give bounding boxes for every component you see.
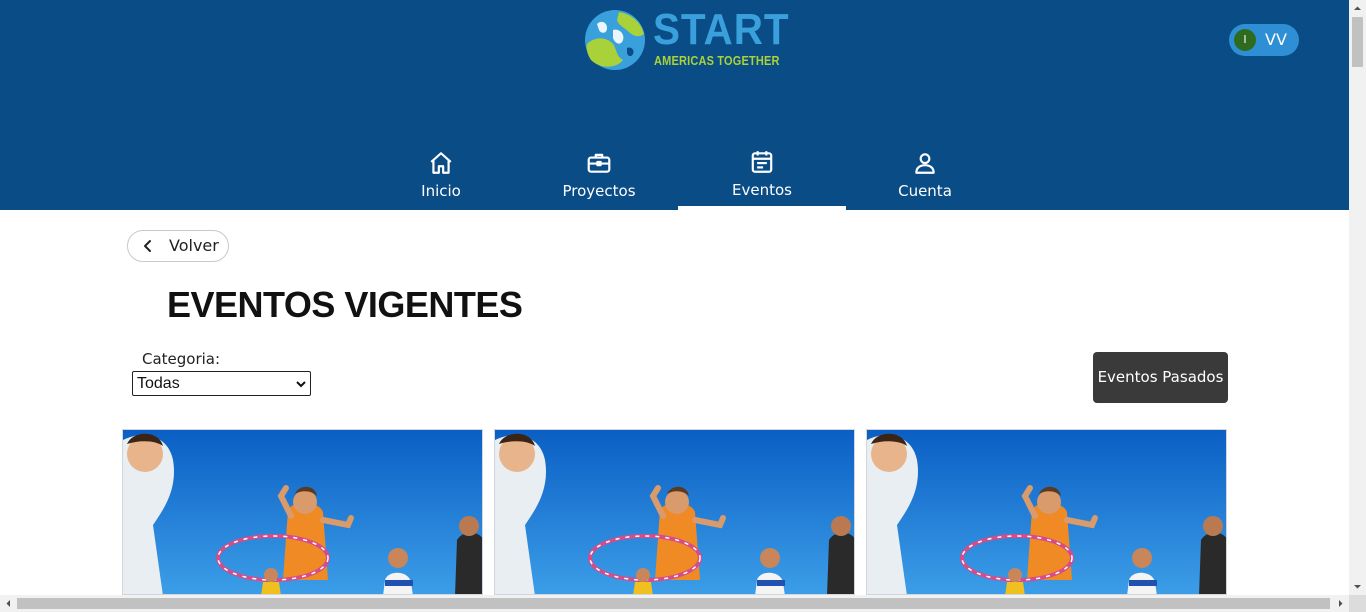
category-select[interactable]: Todas bbox=[132, 371, 311, 396]
chevron-left-icon bbox=[144, 240, 151, 252]
category-select-value: Todas bbox=[137, 375, 180, 392]
user-icon bbox=[915, 153, 935, 174]
nav-item-eventos[interactable]: Eventos bbox=[678, 140, 846, 210]
category-filter-label: Categoria: bbox=[142, 350, 221, 368]
user-initials: VV bbox=[1265, 30, 1287, 49]
site-header: START AMERICAS TOGETHER I VV Inicio Proy… bbox=[0, 0, 1349, 210]
calendar-icon bbox=[751, 151, 773, 173]
vertical-scrollbar-thumb[interactable] bbox=[1352, 17, 1363, 67]
chevron-down-icon bbox=[296, 381, 306, 388]
scroll-left-arrow-icon[interactable] bbox=[0, 595, 17, 612]
past-events-button[interactable]: Eventos Pasados bbox=[1093, 352, 1228, 403]
horizontal-scrollbar-thumb[interactable] bbox=[17, 598, 1330, 609]
nav-item-inicio[interactable]: Inicio bbox=[399, 140, 483, 210]
event-card[interactable] bbox=[866, 429, 1227, 595]
scroll-right-arrow-icon[interactable] bbox=[1332, 595, 1349, 612]
start-logo[interactable]: START AMERICAS TOGETHER bbox=[583, 6, 793, 74]
event-photo bbox=[495, 430, 854, 594]
nav-label: Eventos bbox=[732, 181, 792, 199]
horizontal-scrollbar[interactable] bbox=[0, 595, 1349, 612]
user-menu-button[interactable]: I VV bbox=[1229, 24, 1299, 56]
event-photo bbox=[123, 430, 482, 594]
back-button-label: Volver bbox=[169, 236, 219, 255]
event-card[interactable] bbox=[494, 429, 855, 595]
nav-label: Inicio bbox=[421, 182, 461, 200]
scroll-down-arrow-icon[interactable] bbox=[1349, 578, 1366, 595]
home-icon bbox=[430, 152, 452, 174]
logo-wordmark: START bbox=[653, 5, 790, 54]
page-title: EVENTOS VIGENTES bbox=[167, 284, 523, 325]
globe-puzzle-icon bbox=[585, 10, 645, 70]
nav-item-cuenta[interactable]: Cuenta bbox=[885, 140, 965, 210]
event-photo bbox=[867, 430, 1226, 594]
nav-label: Proyectos bbox=[562, 182, 636, 200]
main-nav: Inicio Proyectos Eventos Cuenta bbox=[0, 140, 1349, 210]
scrollbar-corner bbox=[1349, 595, 1366, 612]
logo-tagline: AMERICAS TOGETHER bbox=[654, 54, 780, 68]
user-status-avatar: I bbox=[1234, 29, 1256, 51]
scroll-up-arrow-icon[interactable] bbox=[1349, 0, 1366, 17]
nav-item-proyectos[interactable]: Proyectos bbox=[549, 140, 649, 210]
nav-label: Cuenta bbox=[898, 182, 952, 200]
active-tab-indicator bbox=[678, 206, 846, 210]
vertical-scrollbar[interactable] bbox=[1349, 0, 1366, 595]
page: START AMERICAS TOGETHER I VV Inicio Proy… bbox=[0, 0, 1349, 595]
event-card[interactable] bbox=[122, 429, 483, 595]
back-button[interactable]: Volver bbox=[127, 230, 229, 262]
briefcase-icon bbox=[587, 153, 611, 173]
